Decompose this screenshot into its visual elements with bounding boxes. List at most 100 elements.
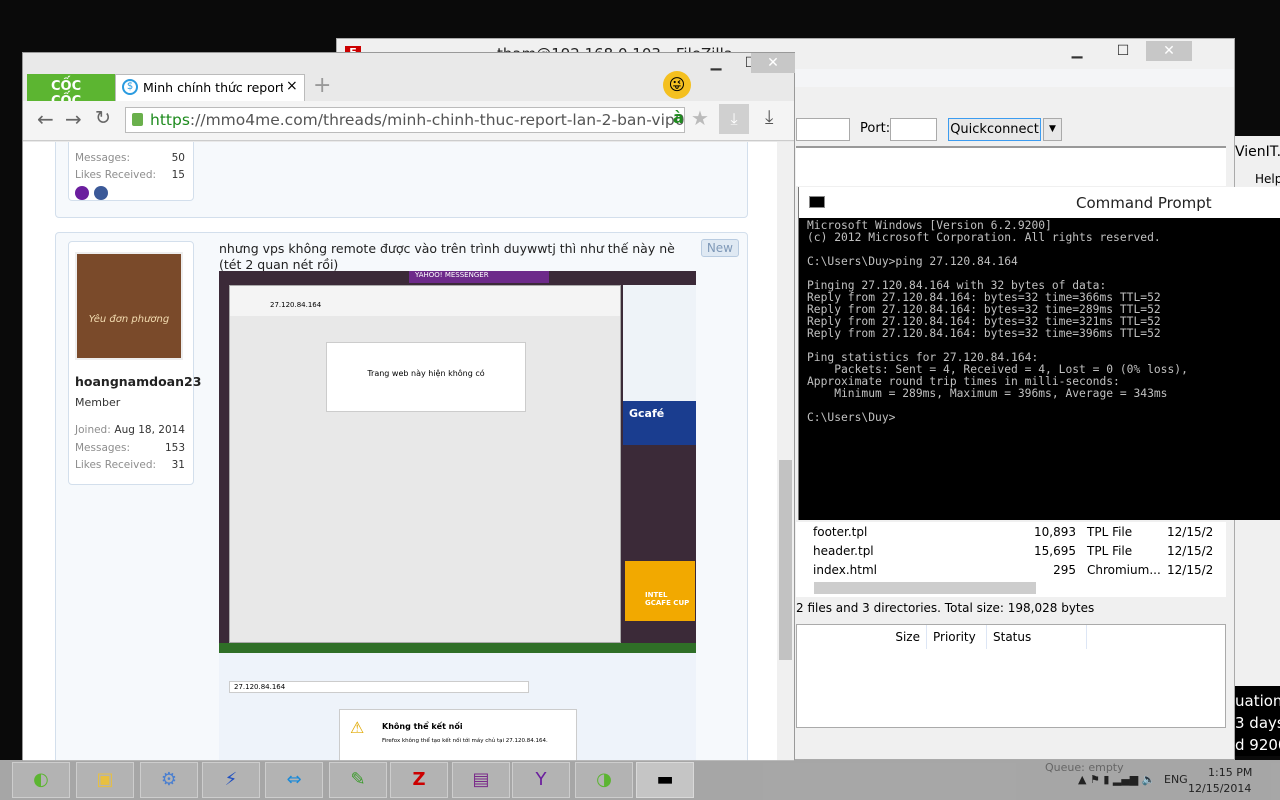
save-page-icon[interactable]: ⤓: [719, 104, 749, 134]
tab-close-icon[interactable]: ×: [286, 78, 298, 94]
back-button[interactable]: ←: [37, 107, 54, 131]
file-row[interactable]: header.tpl 15,695 TPL File 12/15/2: [796, 542, 1226, 561]
toolbar: ← → ↻ https://mmo4me.com/threads/minh-ch…: [23, 101, 794, 141]
image-text: 27.120.84.164: [230, 286, 620, 316]
queue-header-status[interactable]: Status: [987, 625, 1087, 649]
taskbar-yahoo-icon[interactable]: Y: [512, 762, 570, 798]
joined-date: Aug 18, 2014: [114, 424, 185, 436]
yahoo-icon[interactable]: [75, 186, 89, 200]
bg-text: 3 days: [1235, 714, 1280, 732]
image-text: Không thể kết nối: [382, 722, 463, 731]
maximize-button[interactable]: ☐: [1100, 41, 1146, 61]
emoji-icon: 😜: [663, 71, 691, 99]
remote-file-list: footer.tpl 10,893 TPL File 12/15/2 header.t…: [796, 522, 1226, 597]
site-icon: $: [122, 79, 138, 95]
username-link[interactable]: hoangnamdoan23: [75, 374, 201, 389]
language-indicator[interactable]: ENG: [1164, 773, 1188, 786]
file-name: index.html: [813, 563, 877, 577]
coccoc-logo[interactable]: CỐC CỐC: [27, 74, 115, 109]
password-field[interactable]: [796, 118, 850, 141]
taskbar-coccoc2-icon[interactable]: ◑: [575, 762, 633, 798]
bg-text: VienIT.N: [1235, 144, 1280, 160]
taskbar-coccoc-icon[interactable]: ◐: [12, 762, 70, 798]
new-tab-button[interactable]: +: [313, 73, 331, 98]
transfer-queue: Size Priority Status: [796, 624, 1226, 728]
file-date: 12/15/2: [1167, 563, 1214, 577]
taskbar-remote-icon[interactable]: ⚡: [202, 762, 260, 798]
url-path: ://mmo4me.com/threads/minh-chinh-thuc-re…: [189, 111, 685, 129]
image-text: INTEL GCAFE CUP: [625, 561, 695, 621]
queue-header-priority[interactable]: Priority: [927, 625, 987, 649]
message-log: [796, 146, 1226, 186]
joined-label: Joined:: [75, 424, 111, 436]
url-scheme: https: [150, 111, 190, 129]
clock-date[interactable]: 12/15/2014: [1188, 782, 1251, 795]
file-size: 15,695: [1034, 544, 1076, 558]
quickconnect-button[interactable]: Quickconnect: [948, 118, 1041, 141]
file-type: TPL File: [1087, 525, 1133, 539]
taskbar-notepadpp-icon[interactable]: ✎: [329, 762, 387, 798]
bg-text: d 9200: [1235, 736, 1280, 754]
cmd-titlebar: Command Prompt: [799, 187, 1280, 218]
file-size: 295: [1053, 563, 1076, 577]
avatar[interactable]: Yêu đơn phương: [75, 252, 183, 360]
quickconnect-dropdown[interactable]: ▼: [1043, 118, 1062, 141]
post: Yêu đơn phương hoangnamdoan23 Member Joi…: [55, 232, 748, 761]
file-list-status: 2 files and 3 directories. Total size: 1…: [796, 601, 1095, 615]
taskbar-explorer-icon[interactable]: ▣: [76, 762, 134, 798]
post-image[interactable]: YAHOO! MESSENGER 27.120.84.164 Trang web…: [219, 271, 696, 761]
image-text: 27.120.84.164: [229, 681, 529, 693]
download-icon[interactable]: ⤓: [765, 106, 773, 128]
tab-active[interactable]: $ Minh chính thức report lần ×: [115, 74, 305, 101]
messages-count: 50: [171, 152, 185, 164]
tab-title: Minh chính thức report lần: [143, 80, 283, 95]
image-text: Firefox không thể tạo kết nối tới máy ch…: [382, 738, 548, 744]
post-text: nhưng vps không remote được vào trên trì…: [219, 241, 675, 272]
file-date: 12/15/2: [1167, 525, 1214, 539]
taskbar-cmd-icon[interactable]: ▬: [636, 762, 694, 798]
file-row[interactable]: footer.tpl 10,893 TPL File 12/15/2: [796, 523, 1226, 542]
messages-label: Messages:: [75, 152, 131, 164]
address-bar[interactable]: https://mmo4me.com/threads/minh-chinh-th…: [125, 107, 685, 133]
taskbar-teamviewer-icon[interactable]: ⇔: [265, 762, 323, 798]
cmd-output[interactable]: Microsoft Windows [Version 6.2.9200] (c)…: [807, 220, 1188, 424]
facebook-icon[interactable]: [94, 186, 108, 200]
queue-header-size[interactable]: Size: [797, 625, 927, 649]
messages-label: Messages:: [75, 442, 131, 454]
likes-label: Likes Received:: [75, 169, 157, 181]
forward-button[interactable]: →: [65, 107, 82, 131]
post: Messages: 50 Likes Received: 15: [55, 142, 748, 218]
bookmark-star-icon[interactable]: ★: [691, 106, 709, 130]
file-name: footer.tpl: [813, 525, 868, 539]
likes-label: Likes Received:: [75, 459, 157, 471]
close-button[interactable]: ✕: [751, 53, 795, 73]
taskbar-winrar-icon[interactable]: ▤: [452, 762, 510, 798]
clock-time[interactable]: 1:15 PM: [1208, 766, 1252, 779]
lock-icon: [132, 113, 143, 126]
cmd-icon: [809, 196, 825, 208]
likes-count: 31: [171, 459, 185, 471]
messages-count: 153: [164, 442, 185, 454]
ime-indicator[interactable]: à: [673, 108, 684, 127]
vertical-scrollbar[interactable]: [777, 142, 794, 761]
taskbar-filezilla-icon[interactable]: Z: [390, 762, 448, 798]
bg-menu-help[interactable]: Help: [1255, 172, 1280, 186]
browser-window: ▁ ☐ ✕ CỐC CỐC $ Minh chính thức report l…: [22, 52, 795, 761]
minimize-button[interactable]: ▁: [1054, 41, 1100, 61]
taskbar-network-icon[interactable]: ⚙: [140, 762, 198, 798]
quickconnect-bar: Port: Quickconnect ▼: [796, 118, 1236, 144]
port-field[interactable]: [890, 118, 937, 141]
tray-icons[interactable]: ▲ ⚑ ▮ ▂▄▆ 🔈: [1078, 773, 1155, 786]
likes-count: 15: [171, 169, 185, 181]
file-date: 12/15/2: [1167, 544, 1214, 558]
reload-button[interactable]: ↻: [95, 107, 111, 129]
image-text: Gcafé: [623, 401, 696, 445]
command-prompt-window: Command Prompt Microsoft Windows [Versio…: [798, 187, 1280, 520]
close-button[interactable]: ✕: [1146, 41, 1192, 61]
port-label: Port:: [860, 121, 891, 136]
file-row[interactable]: index.html 295 Chromium... 12/15/2: [796, 561, 1226, 580]
file-size: 10,893: [1034, 525, 1076, 539]
user-card: Messages: 50 Likes Received: 15: [68, 142, 194, 201]
image-text: YAHOO! MESSENGER: [409, 271, 549, 283]
horizontal-scrollbar[interactable]: [814, 582, 1036, 594]
